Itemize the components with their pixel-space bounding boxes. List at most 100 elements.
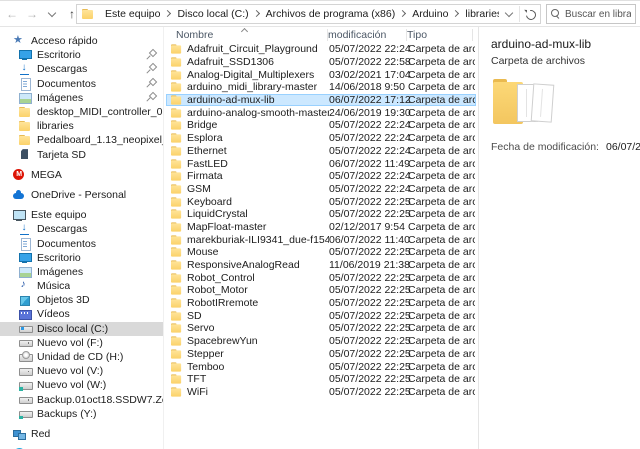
sidebar-item[interactable]: Imágenes xyxy=(0,91,163,105)
file-row[interactable]: Adafruit_SSD1306 05/07/2022 22:58 Carpet… xyxy=(166,56,476,69)
file-row[interactable]: Ethernet 05/07/2022 22:24 Carpeta de arc… xyxy=(166,145,476,158)
sidebar-item[interactable]: Escritorio xyxy=(0,251,163,265)
file-row[interactable]: RobotIRremote 05/07/2022 22:25 Carpeta d… xyxy=(166,297,476,310)
file-row[interactable]: Adafruit_Circuit_Playground 05/07/2022 2… xyxy=(166,43,476,56)
sidebar-item[interactable]: Backup.01oct18.SSDW7.Zeropoint. (X:) xyxy=(0,393,163,407)
preview-subtitle: Carpeta de archivos xyxy=(491,55,630,67)
sidebar-item[interactable]: Red xyxy=(0,427,163,441)
folder-icon xyxy=(171,44,182,55)
file-row[interactable]: TFT 05/07/2022 22:25 Carpeta de archivos xyxy=(166,373,476,386)
address-bar[interactable]: Este equipo Disco local (C:) Archivos de… xyxy=(76,4,541,24)
sort-ascending-icon xyxy=(242,29,247,34)
column-headers: Nombre Fecha de modificación Tipo xyxy=(164,27,478,42)
folder-icon xyxy=(171,285,182,296)
breadcrumb-segment[interactable]: Disco local (C:) xyxy=(172,5,260,23)
file-row[interactable]: Bridge 05/07/2022 22:24 Carpeta de archi… xyxy=(166,119,476,132)
file-row[interactable]: Analog-Digital_Multiplexers 03/02/2021 1… xyxy=(166,68,476,81)
file-row[interactable]: MapFloat-master 02/12/2017 9:54 Carpeta … xyxy=(166,221,476,234)
sidebar-item[interactable]: Unidad de CD (H:) xyxy=(0,350,163,364)
file-row[interactable]: Temboo 05/07/2022 22:25 Carpeta de archi… xyxy=(166,360,476,373)
sidebar-item[interactable]: Nuevo vol (V:) xyxy=(0,364,163,378)
address-folder-icon xyxy=(82,8,94,20)
column-header-type[interactable]: Tipo xyxy=(407,29,478,41)
sidebar-item[interactable]: Descargas xyxy=(0,222,163,236)
folder-icon xyxy=(171,247,182,258)
sidebar-item[interactable]: Música xyxy=(0,279,163,293)
folder-icon xyxy=(171,348,182,359)
sidebar-item[interactable]: Acceso rápido xyxy=(0,34,163,48)
column-header-date[interactable]: Fecha de modificación xyxy=(328,27,407,41)
sidebar-item[interactable]: MEGA xyxy=(0,168,163,182)
folder-icon xyxy=(171,107,182,118)
file-row[interactable]: Keyboard 05/07/2022 22:25 Carpeta de arc… xyxy=(166,195,476,208)
folder-icon xyxy=(19,120,31,132)
file-row[interactable]: Robot_Control 05/07/2022 22:25 Carpeta d… xyxy=(166,271,476,284)
search-input[interactable] xyxy=(565,9,631,20)
file-row[interactable]: Firmata 05/07/2022 22:24 Carpeta de arch… xyxy=(166,170,476,183)
refresh-icon[interactable] xyxy=(520,5,540,23)
download-icon xyxy=(19,63,31,75)
file-row[interactable]: marekburiak-ILI9341_due-f154ee6 06/07/20… xyxy=(166,233,476,246)
sidebar-item[interactable]: Este equipo xyxy=(0,208,163,222)
folder-icon xyxy=(171,120,182,131)
file-row[interactable]: Servo 05/07/2022 22:25 Carpeta de archiv… xyxy=(166,322,476,335)
folder-icon xyxy=(19,106,31,118)
sidebar-item[interactable]: Vídeos xyxy=(0,307,163,321)
folder-icon xyxy=(171,82,182,93)
pictures-icon xyxy=(19,266,31,278)
breadcrumb-segment[interactable]: Este equipo xyxy=(100,5,172,23)
sidebar-item[interactable]: Disco local (C:) xyxy=(0,322,163,336)
sidebar-item[interactable]: Objetos 3D xyxy=(0,293,163,307)
forward-icon[interactable]: → xyxy=(22,4,42,24)
sidebar-item[interactable]: Descargas xyxy=(0,62,163,76)
file-row[interactable]: arduino-analog-smooth-master 24/06/2019 … xyxy=(166,106,476,119)
drive-icon xyxy=(19,365,31,377)
folder-icon xyxy=(19,134,31,146)
sidebar-item[interactable]: Pedalboard_1.13_neopixel_mux_5_banks xyxy=(0,133,163,147)
breadcrumb-segment[interactable]: Arduino xyxy=(407,5,460,23)
file-row[interactable]: GSM 05/07/2022 22:24 Carpeta de archivos xyxy=(166,183,476,196)
folder-icon xyxy=(171,171,182,182)
sd-icon xyxy=(19,149,31,161)
file-row[interactable]: SD 05/07/2022 22:25 Carpeta de archivos xyxy=(166,309,476,322)
file-row[interactable]: SpacebrewYun 05/07/2022 22:25 Carpeta de… xyxy=(166,335,476,348)
breadcrumb-segment[interactable]: libraries xyxy=(460,5,499,23)
back-icon[interactable]: ← xyxy=(2,4,22,24)
recent-locations-chevron-icon[interactable] xyxy=(42,4,62,24)
address-dropdown-chevron-icon[interactable] xyxy=(499,5,519,23)
sidebar-item[interactable]: libraries xyxy=(0,119,163,133)
file-row[interactable]: Mouse 05/07/2022 22:25 Carpeta de archiv… xyxy=(166,246,476,259)
file-row[interactable]: FastLED 06/07/2022 11:49 Carpeta de arch… xyxy=(166,157,476,170)
sidebar-item[interactable]: Backups (Y:) xyxy=(0,407,163,421)
sidebar-item[interactable]: Documentos xyxy=(0,77,163,91)
pin-icon xyxy=(145,50,155,60)
file-row[interactable]: arduino-ad-mux-lib 06/07/2022 17:12 Carp… xyxy=(166,94,476,107)
file-row[interactable]: LiquidCrystal 05/07/2022 22:25 Carpeta d… xyxy=(166,208,476,221)
file-row[interactable]: WiFi 05/07/2022 22:25 Carpeta de archivo… xyxy=(166,386,476,399)
desktop-icon xyxy=(19,252,31,264)
breadcrumb-segment[interactable]: Archivos de programa (x86) xyxy=(261,5,408,23)
sidebar-item[interactable]: desktop_MIDI_controller_0.30 xyxy=(0,105,163,119)
sidebar-item[interactable]: OneDrive - Personal xyxy=(0,188,163,202)
folder-icon xyxy=(171,158,182,169)
folder-icon xyxy=(171,57,182,68)
column-header-name[interactable]: Nombre xyxy=(164,29,328,41)
search-box[interactable] xyxy=(546,4,636,24)
sidebar-item[interactable]: Escritorio xyxy=(0,48,163,62)
sidebar-item[interactable]: Nuevo vol (W:) xyxy=(0,378,163,392)
chevron-right-icon xyxy=(453,10,460,18)
sidebar-item[interactable]: Documentos xyxy=(0,236,163,250)
file-row[interactable]: Stepper 05/07/2022 22:25 Carpeta de arch… xyxy=(166,348,476,361)
file-list-pane: Nombre Fecha de modificación Tipo Adafru… xyxy=(164,27,478,449)
drive-net-icon xyxy=(19,379,31,391)
sidebar-item[interactable]: Tarjeta SD xyxy=(0,148,163,162)
sidebar-item[interactable]: Imágenes xyxy=(0,265,163,279)
file-row[interactable]: Robot_Motor 05/07/2022 22:25 Carpeta de … xyxy=(166,284,476,297)
sidebar-item[interactable]: Nuevo vol (F:) xyxy=(0,336,163,350)
folder-icon xyxy=(171,133,182,144)
cube-icon xyxy=(19,294,31,306)
file-row[interactable]: ResponsiveAnalogRead 11/06/2019 21:38 Ca… xyxy=(166,259,476,272)
file-row[interactable]: Esplora 05/07/2022 22:24 Carpeta de arch… xyxy=(166,132,476,145)
folder-icon xyxy=(171,196,182,207)
file-row[interactable]: arduino_midi_library-master 14/06/2018 9… xyxy=(166,81,476,94)
